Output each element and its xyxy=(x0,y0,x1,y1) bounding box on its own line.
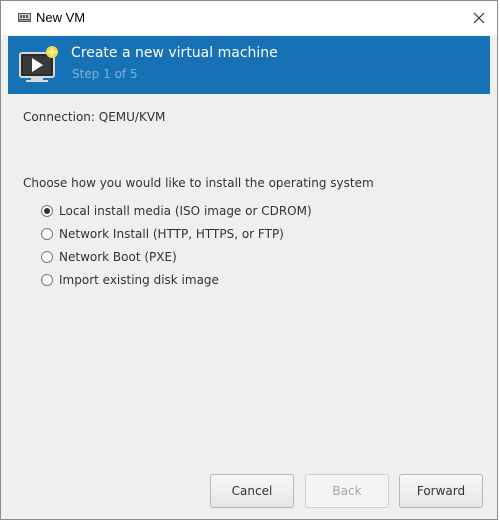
radio-button[interactable] xyxy=(41,250,53,263)
cancel-button[interactable]: Cancel xyxy=(210,474,294,508)
virt-manager-app-icon xyxy=(18,13,31,22)
radio-button-selected[interactable] xyxy=(41,204,53,217)
radio-network-boot[interactable]: Network Boot (PXE) xyxy=(41,245,312,268)
title-bar: New VM xyxy=(1,1,497,35)
radio-label: Network Boot (PXE) xyxy=(59,249,177,264)
radio-local-install-media[interactable]: Local install media (ISO image or CDROM) xyxy=(41,199,312,222)
new-vm-window: New VM Create a new virtual machine Step… xyxy=(0,0,498,520)
radio-network-install[interactable]: Network Install (HTTP, HTTPS, or FTP) xyxy=(41,222,312,245)
radio-dot-icon xyxy=(44,207,50,214)
window-title: New VM xyxy=(36,10,86,25)
wizard-header-banner: Create a new virtual machine Step 1 of 5 xyxy=(8,36,490,94)
install-method-radio-group: Local install media (ISO image or CDROM)… xyxy=(41,199,312,291)
radio-button[interactable] xyxy=(41,273,53,286)
vm-display-icon xyxy=(19,46,58,82)
connection-label: Connection: QEMU/KVM xyxy=(23,110,166,124)
back-button[interactable]: Back xyxy=(305,474,389,508)
wizard-title: Create a new virtual machine xyxy=(71,45,278,61)
radio-label: Import existing disk image xyxy=(59,272,219,287)
radio-import-disk-image[interactable]: Import existing disk image xyxy=(41,268,312,291)
install-method-prompt: Choose how you would like to install the… xyxy=(23,176,374,190)
forward-button[interactable]: Forward xyxy=(399,474,483,508)
wizard-step-indicator: Step 1 of 5 xyxy=(72,67,138,81)
close-icon xyxy=(473,12,485,24)
radio-label: Local install media (ISO image or CDROM) xyxy=(59,203,312,218)
close-button[interactable] xyxy=(469,8,489,28)
radio-label: Network Install (HTTP, HTTPS, or FTP) xyxy=(59,226,284,241)
radio-button[interactable] xyxy=(41,227,53,240)
window-bottom-edge xyxy=(0,520,500,526)
